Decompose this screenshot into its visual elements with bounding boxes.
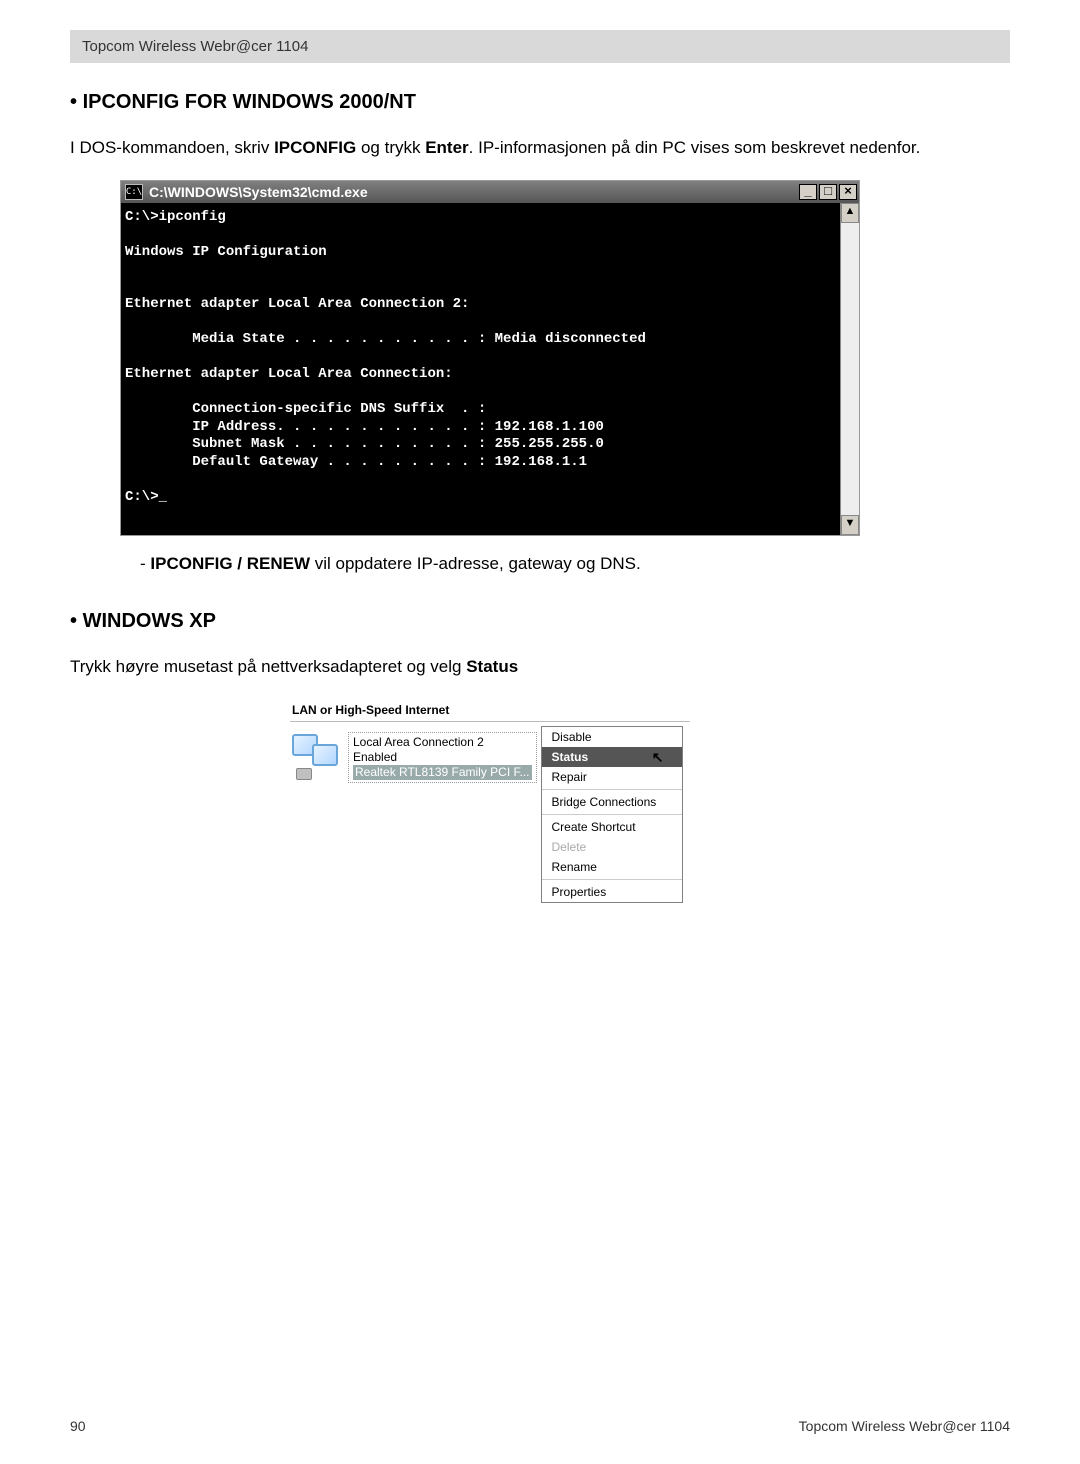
menu-separator [542,814,682,815]
cmd-prompt-icon: C:\ [125,184,143,200]
xp-panel-header: LAN or High-Speed Internet [290,699,690,722]
ipconfig-renew-note: - IPCONFIG / RENEW vil oppdatere IP-adre… [140,554,1010,574]
menu-item-disable[interactable]: Disable [542,727,682,747]
section2-intro: Trykk høyre musetast på nettverksadapter… [70,655,1010,679]
scroll-track[interactable] [841,223,859,515]
scroll-up-button[interactable]: ▲ [841,203,859,223]
network-connection-icon[interactable] [290,732,344,780]
connection-info[interactable]: Local Area Connection 2 Enabled Realtek … [348,732,537,783]
cmd-title: C:\WINDOWS\System32\cmd.exe [149,184,797,200]
footer-brand: Topcom Wireless Webr@cer 1104 [799,1418,1010,1434]
menu-item-rename[interactable]: Rename [542,857,682,877]
section-title-ipconfig: • IPCONFIG FOR WINDOWS 2000/NT [70,91,1010,114]
menu-item-bridge[interactable]: Bridge Connections [542,792,682,812]
scroll-down-button[interactable]: ▼ [841,515,859,535]
menu-separator [542,879,682,880]
menu-item-status[interactable]: Status ↖ [542,747,682,767]
menu-separator [542,789,682,790]
context-menu: Disable Status ↖ Repair Bridge Connectio… [541,726,683,903]
page-header: Topcom Wireless Webr@cer 1104 [70,30,1010,63]
scrollbar[interactable]: ▲ ▼ [840,203,859,535]
menu-item-properties[interactable]: Properties [542,882,682,902]
cursor-icon: ↖ [652,749,664,766]
maximize-button[interactable]: □ [819,184,837,200]
menu-item-shortcut[interactable]: Create Shortcut [542,817,682,837]
cmd-output: C:\>ipconfig Windows IP Configuration Et… [121,203,840,535]
section-title-winxp: • WINDOWS XP [70,610,1010,633]
cmd-titlebar[interactable]: C:\ C:\WINDOWS\System32\cmd.exe _ □ × [121,181,859,203]
menu-item-delete: Delete [542,837,682,857]
section1-intro: I DOS-kommandoen, skriv IPCONFIG og tryk… [70,136,1010,160]
page-number: 90 [70,1418,86,1434]
cmd-window: C:\ C:\WINDOWS\System32\cmd.exe _ □ × C:… [120,180,860,536]
menu-item-repair[interactable]: Repair [542,767,682,787]
xp-network-panel: LAN or High-Speed Internet Local Area Co… [290,699,690,903]
close-button[interactable]: × [839,184,857,200]
minimize-button[interactable]: _ [799,184,817,200]
